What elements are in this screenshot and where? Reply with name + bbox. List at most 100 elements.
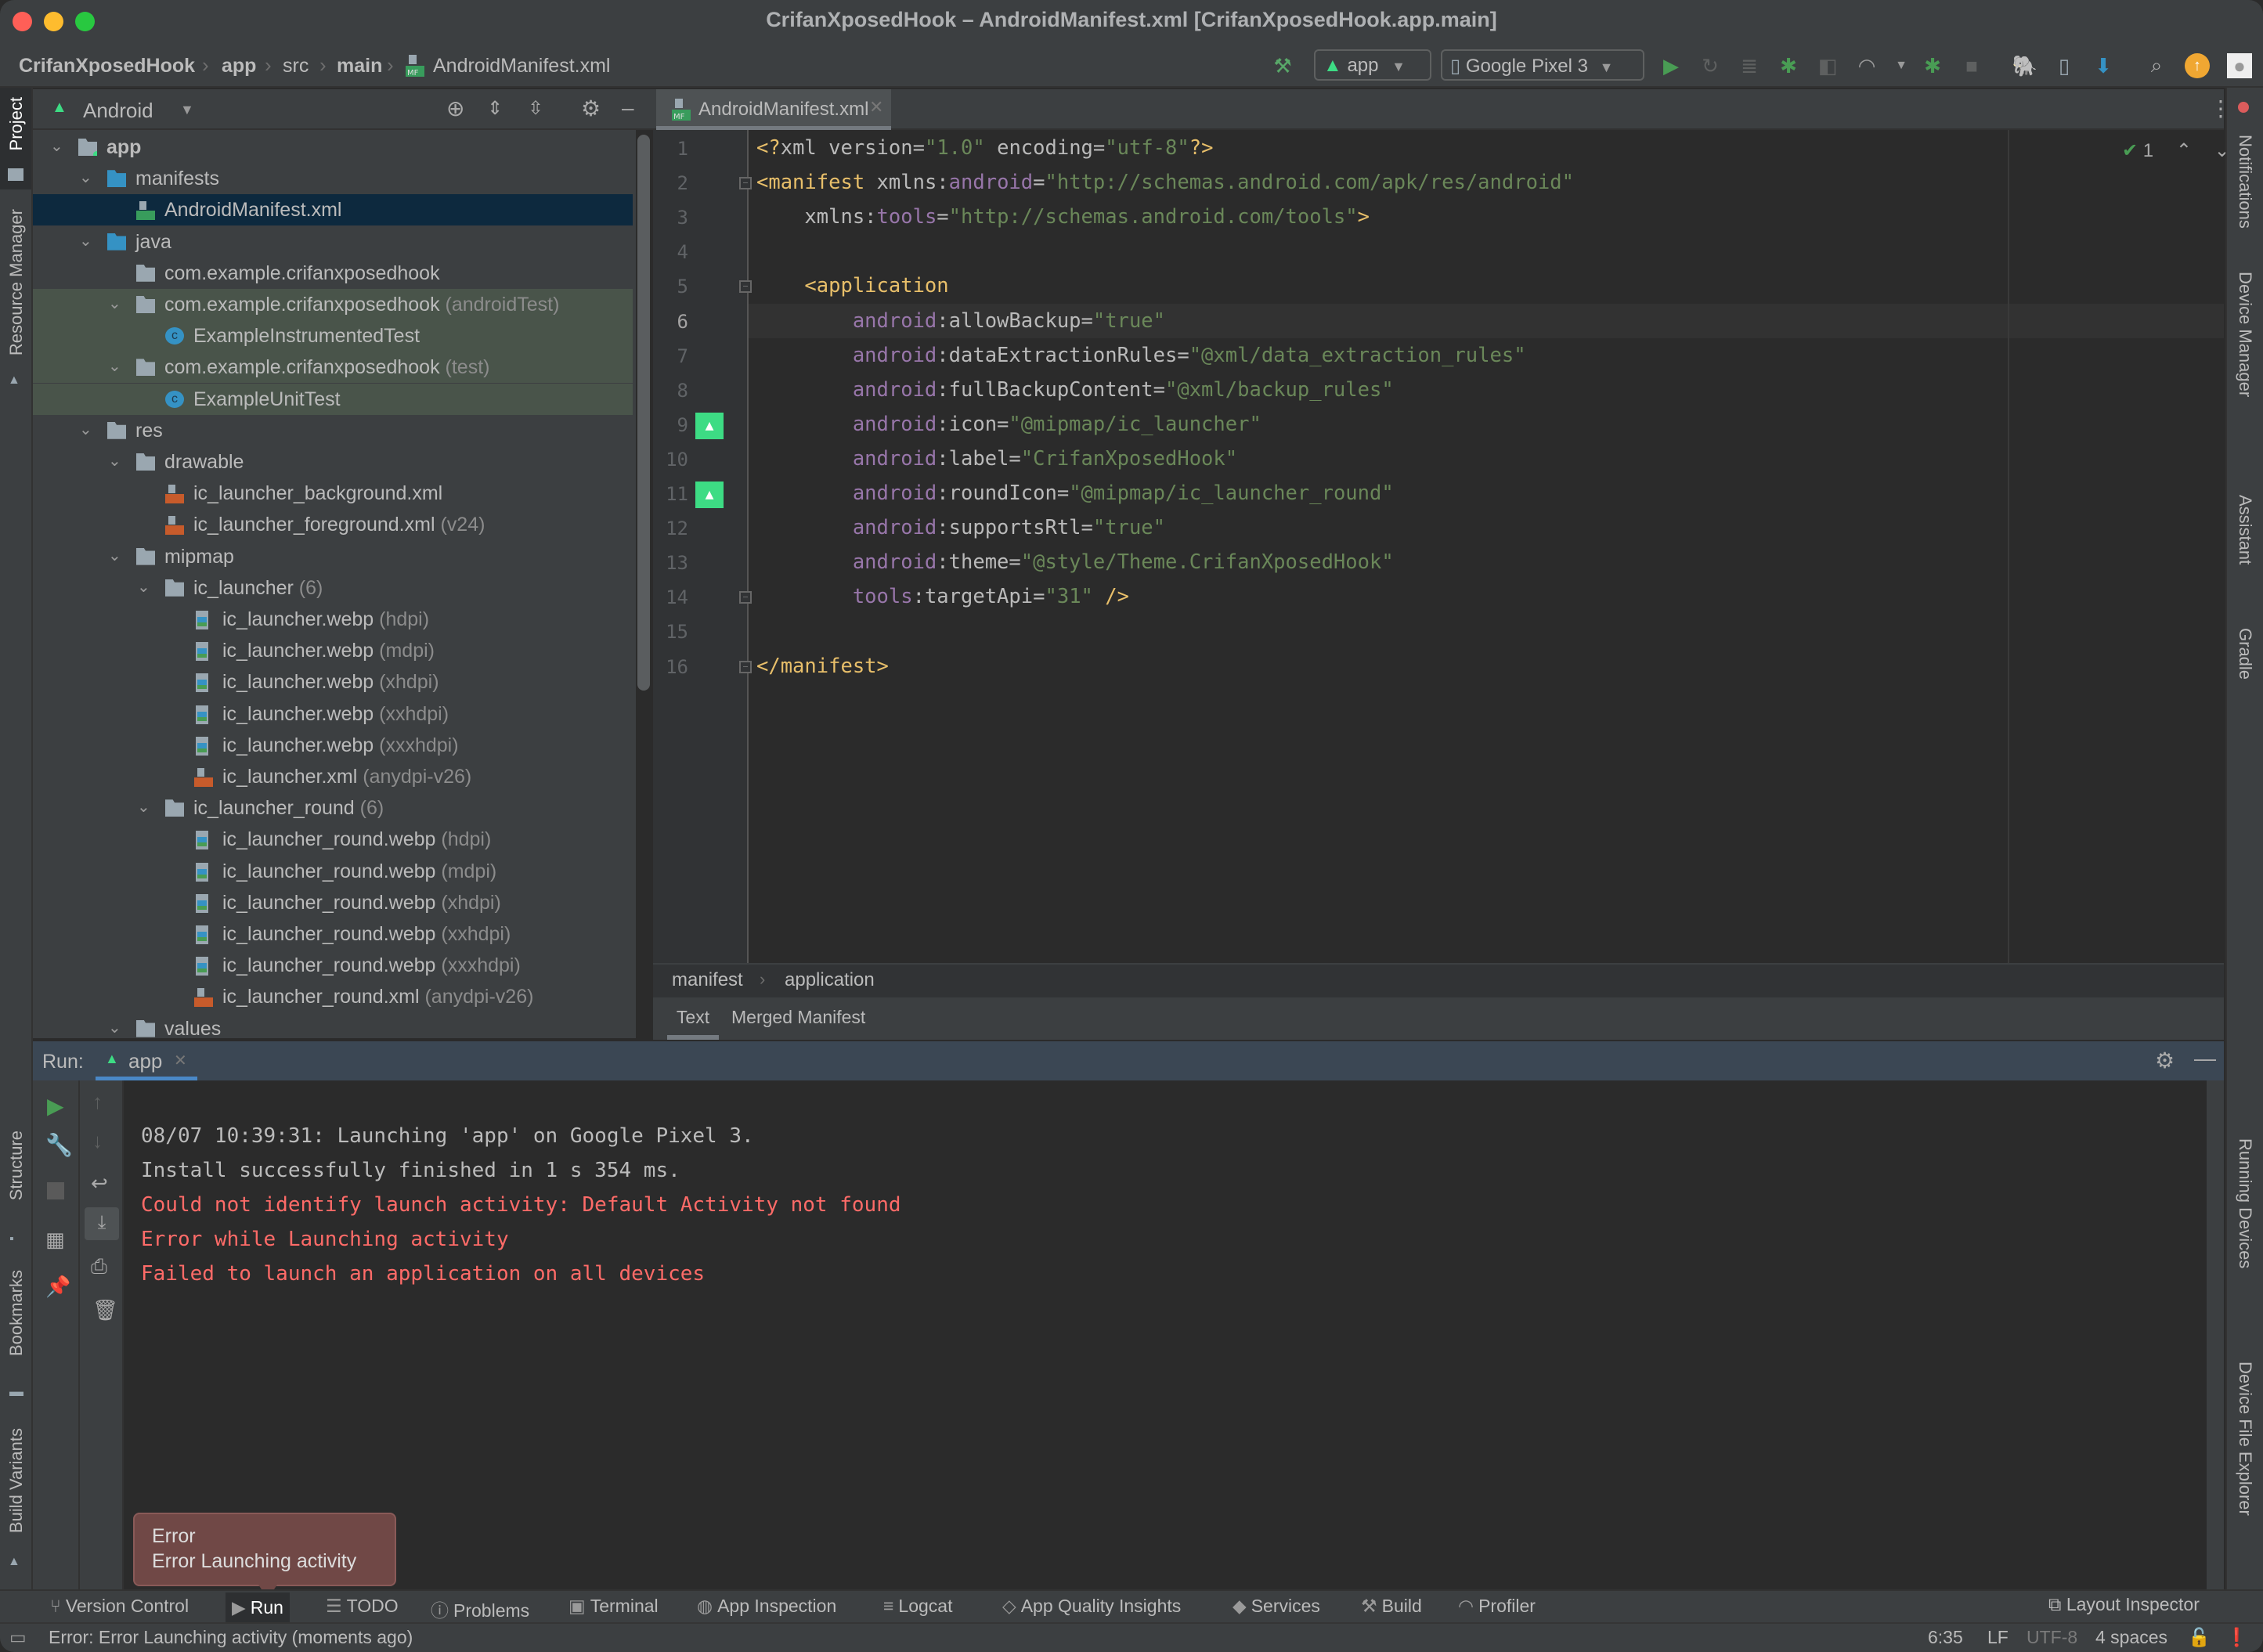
search-icon[interactable]: ⌕ — [2144, 53, 2169, 78]
soft-wrap-icon[interactable]: ↩ — [91, 1171, 108, 1196]
resource-manager-tool-tab[interactable]: Resource Manager ▲ — [0, 209, 31, 389]
chevron-down-icon[interactable]: ▼ — [1889, 53, 1914, 78]
breadcrumb-file[interactable]: AndroidManifest.xml — [433, 55, 610, 78]
chevron-down-icon[interactable]: ⌄ — [137, 797, 150, 817]
tool-window-version-control[interactable]: ⑂ Version Control — [50, 1596, 189, 1617]
hide-panel-icon[interactable]: – — [622, 96, 634, 121]
run-configuration-dropdown[interactable]: ▲ app ▼ — [1314, 49, 1431, 81]
expand-all-icon[interactable]: ⇕ — [487, 97, 503, 120]
tree-item[interactable]: ⌄ mipmap — [33, 541, 633, 572]
stop-icon[interactable] — [47, 1182, 64, 1199]
fold-marker-icon[interactable]: – — [739, 177, 752, 190]
fold-marker-icon[interactable]: – — [739, 591, 752, 604]
android-resource-icon[interactable]: ▲ — [695, 412, 724, 439]
layout-inspector-button[interactable]: ⧉ Layout Inspector — [2048, 1594, 2200, 1615]
tree-scrollbar[interactable] — [637, 135, 650, 691]
indent-setting[interactable]: 4 spaces — [2095, 1627, 2167, 1648]
chevron-down-icon[interactable]: ⌄ — [79, 231, 92, 251]
arrow-down-icon[interactable]: ↓ — [92, 1129, 103, 1153]
assistant-tool-tab[interactable]: Assistant — [2235, 495, 2255, 564]
chevron-down-icon[interactable]: ⌄ — [50, 136, 63, 156]
toggle-tool-windows-icon[interactable]: ▭ — [9, 1627, 27, 1648]
tree-item[interactable]: ⌄ ic_launcher (6) — [33, 572, 633, 604]
select-opened-file-icon[interactable]: ⊕ — [446, 96, 464, 121]
breadcrumb-project[interactable]: CrifanXposedHook — [19, 55, 195, 78]
chevron-down-icon[interactable]: ▼ — [180, 102, 194, 118]
tool-window-terminal[interactable]: ▣ Terminal — [568, 1596, 659, 1617]
device-file-explorer-tool-tab[interactable]: Device File Explorer — [2235, 1362, 2255, 1516]
running-devices-tool-tab[interactable]: Running Devices — [2235, 1138, 2255, 1268]
chevron-down-icon[interactable]: ⌄ — [137, 577, 150, 597]
make-project-icon[interactable]: ⚒ — [1270, 53, 1295, 78]
account-icon[interactable]: ● — [2227, 53, 2252, 78]
wrench-icon[interactable]: 🔧 — [45, 1132, 73, 1158]
tool-window-build[interactable]: ⚒ Build — [1361, 1596, 1422, 1617]
sdk-manager-icon[interactable]: ⬇ — [2091, 53, 2116, 78]
tool-window-run[interactable]: ▶ Run — [226, 1592, 290, 1622]
tree-item[interactable]: ic_launcher.webp (mdpi) — [33, 635, 633, 666]
debug-icon[interactable]: ✱ — [1776, 53, 1801, 78]
device-manager-tool-tab[interactable]: Device Manager — [2235, 272, 2255, 397]
tree-item[interactable]: ic_launcher_background.xml — [33, 478, 633, 509]
tree-item[interactable]: ic_launcher_round.xml (anydpi-v26) — [33, 981, 633, 1012]
tree-item[interactable]: ic_launcher_round.webp (xxhdpi) — [33, 918, 633, 950]
gear-icon[interactable]: ⚙ — [581, 96, 601, 121]
structure-tool-tab[interactable]: Structure ▪ — [0, 1131, 31, 1256]
apply-code-changes-icon[interactable]: ≣ — [1737, 53, 1762, 78]
stop-icon[interactable]: ■ — [1959, 53, 1984, 78]
arrow-up-icon[interactable]: ↑ — [92, 1090, 103, 1114]
previous-highlight-icon[interactable]: ⌃ — [2176, 140, 2192, 161]
chevron-down-icon[interactable]: ⌄ — [79, 420, 92, 439]
chevron-down-icon[interactable]: ⌄ — [108, 1018, 121, 1037]
chevron-down-icon[interactable]: ⌄ — [108, 546, 121, 565]
tree-item[interactable]: ic_launcher_round.webp (hdpi) — [33, 824, 633, 855]
layout-icon[interactable]: ▦ — [45, 1228, 65, 1252]
tree-item[interactable]: ⌄ com.example.crifanxposedhook (test) — [33, 352, 633, 384]
tool-window-problems[interactable]: ⓘ Problems — [431, 1596, 529, 1622]
tree-item[interactable]: ic_launcher.webp (hdpi) — [33, 604, 633, 635]
breadcrumb-application[interactable]: application — [785, 969, 875, 991]
pin-icon[interactable]: 📌 — [45, 1275, 70, 1299]
tree-item[interactable]: ic_launcher.webp (xhdpi) — [33, 666, 633, 698]
tree-item[interactable]: AndroidManifest.xml — [33, 194, 633, 226]
apply-changes-icon[interactable]: ↻ — [1698, 53, 1723, 78]
breadcrumb-manifest[interactable]: manifest — [672, 969, 743, 991]
run-console[interactable]: 08/07 10:39:31: Launching 'app' on Googl… — [124, 1080, 2207, 1589]
run-tab-app[interactable]: ▲ app ✕ — [96, 1041, 197, 1080]
tree-item[interactable]: ic_launcher.webp (xxxhdpi) — [33, 730, 633, 761]
tree-item[interactable]: ic_launcher_foreground.xml (v24) — [33, 509, 633, 540]
lock-icon[interactable]: 🔓 — [2188, 1627, 2211, 1648]
tool-window-logcat[interactable]: ≡ Logcat — [883, 1596, 952, 1617]
status-message[interactable]: Error: Error Launching activity (moments… — [49, 1627, 413, 1648]
close-tab-icon[interactable]: ✕ — [869, 97, 883, 117]
print-icon[interactable]: ⎙ — [91, 1254, 107, 1279]
rerun-icon[interactable]: ▶ — [47, 1093, 64, 1119]
chevron-down-icon[interactable]: ⌄ — [108, 294, 121, 313]
notifications-tool-tab[interactable]: Notifications — [2235, 135, 2255, 229]
console-scrollbar[interactable] — [2207, 1080, 2224, 1589]
android-resource-icon[interactable]: ▲ — [695, 482, 724, 508]
tree-item[interactable]: ic_launcher_round.webp (xxxhdpi) — [33, 950, 633, 981]
tool-window-services[interactable]: ◆ Services — [1233, 1596, 1320, 1617]
caret-position[interactable]: 6:35 — [1928, 1627, 1963, 1648]
gear-icon[interactable]: ⚙ — [2155, 1048, 2175, 1073]
fold-marker-icon[interactable]: – — [739, 660, 752, 673]
tool-window-app-quality-insights[interactable]: ◇ App Quality Insights — [1002, 1596, 1181, 1617]
profile-icon[interactable]: ◠ — [1854, 53, 1879, 78]
run-icon[interactable]: ▶ — [1658, 53, 1684, 78]
hide-panel-icon[interactable]: — — [2194, 1046, 2216, 1071]
update-icon[interactable]: ↑ — [2185, 53, 2210, 78]
scroll-to-end-icon[interactable]: ⤓ — [85, 1207, 119, 1240]
chevron-down-icon[interactable]: ⌄ — [108, 451, 121, 471]
error-balloon[interactable]: Error Error Launching activity — [133, 1513, 396, 1586]
tree-item[interactable]: ⌄ res — [33, 415, 633, 446]
tool-window-app-inspection[interactable]: ◍ App Inspection — [697, 1596, 836, 1617]
tab-text[interactable]: Text — [667, 997, 719, 1040]
tree-item[interactable]: ic_launcher_round.webp (mdpi) — [33, 856, 633, 887]
collapse-all-icon[interactable]: ⇳ — [528, 97, 543, 120]
tree-item[interactable]: ⌄ app — [33, 132, 633, 163]
breadcrumb-src[interactable]: src — [283, 55, 309, 78]
trash-icon[interactable]: 🗑 — [92, 1298, 118, 1322]
tree-item[interactable]: ⌄ com.example.crifanxposedhook (androidTe… — [33, 289, 633, 320]
inspection-widget[interactable]: ✔ 1 ⌃ ⌄ — [2122, 139, 2230, 162]
